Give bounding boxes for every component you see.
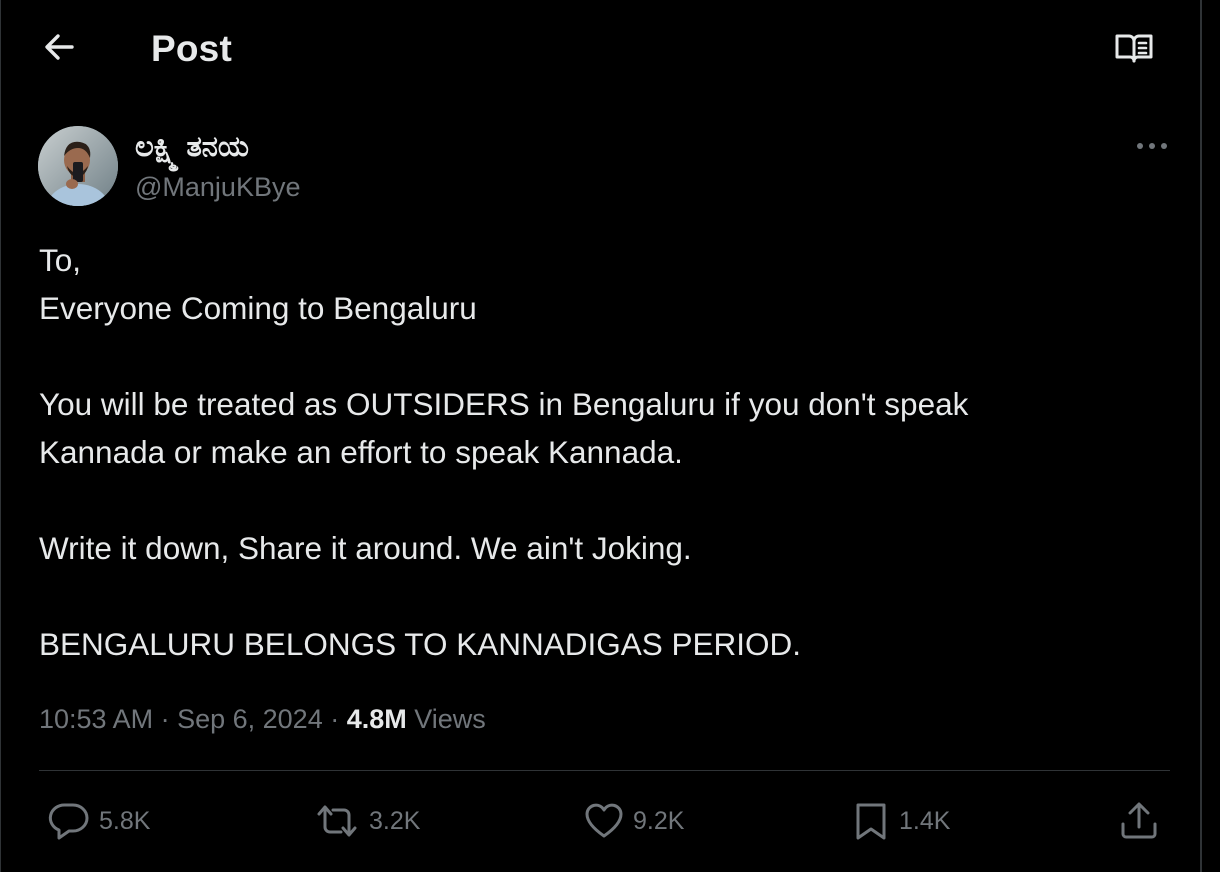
- heart-icon: [583, 801, 625, 841]
- meta-separator: ·: [153, 704, 178, 734]
- timestamp-link[interactable]: 10:53 AM · Sep 6, 2024: [39, 704, 323, 734]
- like-count: 9.2K: [633, 806, 685, 835]
- arrow-left-icon: [42, 32, 76, 67]
- post-time: 10:53 AM: [39, 704, 154, 734]
- page-title: Post: [151, 28, 232, 69]
- more-horizontal-icon: [1136, 137, 1168, 155]
- more-options-button[interactable]: [1127, 128, 1177, 164]
- views-label: Views: [406, 704, 486, 734]
- bookmark-icon: [851, 800, 891, 842]
- user-handle[interactable]: @ManjuKBye: [135, 170, 300, 204]
- tweet-line: Write it down, Share it around. We ain't…: [39, 530, 692, 566]
- reply-button[interactable]: 5.8K: [47, 796, 150, 846]
- tweet-line: Kannada or make an effort to speak Kanna…: [39, 434, 683, 470]
- repost-button[interactable]: 3.2K: [313, 796, 420, 846]
- tweet-meta: 10:53 AM · Sep 6, 2024 · 4.8M Views: [39, 700, 486, 738]
- tweet-line: [39, 572, 1159, 620]
- post-date: Sep 6, 2024: [177, 704, 323, 734]
- repost-count: 3.2K: [369, 806, 421, 835]
- tweet-line: To,: [39, 242, 82, 278]
- meta-separator: ·: [322, 704, 347, 734]
- open-book-icon: [1114, 32, 1154, 69]
- display-name[interactable]: ಲಕ್ಷ್ಮಿ ತನಯ: [135, 128, 249, 166]
- views-count: 4.8M: [346, 704, 407, 734]
- avatar-photo: [38, 126, 118, 206]
- tweet-text: To, Everyone Coming to Bengaluru You wil…: [39, 236, 1159, 668]
- avatar[interactable]: [38, 126, 118, 206]
- reply-count: 5.8K: [99, 806, 151, 835]
- like-button[interactable]: 9.2K: [583, 796, 684, 846]
- tweet-line: [39, 476, 1159, 524]
- share-upload-icon: [1117, 800, 1161, 842]
- back-button[interactable]: [31, 26, 87, 72]
- share-button[interactable]: [1117, 796, 1161, 846]
- tweet-line: [39, 332, 1159, 380]
- repost-icon: [313, 801, 361, 841]
- reply-bubble-icon: [47, 801, 91, 841]
- divider: [39, 770, 1170, 771]
- tweet-line: Everyone Coming to Bengaluru: [39, 290, 477, 326]
- bookmark-button[interactable]: 1.4K: [851, 796, 950, 846]
- post-panel: Post ಲಕ್ಷ್ಮಿ ತನಯ @ManjuKBye To, Everyone…: [0, 0, 1202, 872]
- reader-mode-button[interactable]: [1109, 28, 1159, 72]
- bookmark-count: 1.4K: [899, 806, 951, 835]
- tweet-line: BENGALURU BELONGS TO KANNADIGAS PERIOD.: [39, 626, 802, 662]
- tweet-line: You will be treated as OUTSIDERS in Beng…: [39, 386, 969, 422]
